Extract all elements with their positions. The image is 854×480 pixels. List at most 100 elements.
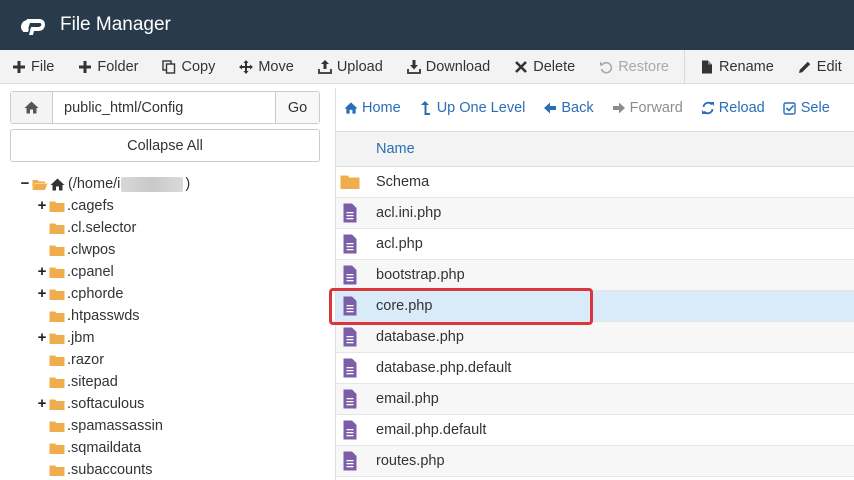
rename-button[interactable]: Rename bbox=[688, 50, 786, 83]
tree-item[interactable]: .cl.selector bbox=[0, 217, 330, 239]
forward-button[interactable]: Forward bbox=[604, 100, 693, 116]
checkbox-icon bbox=[783, 102, 796, 115]
tree-root-label-end: ) bbox=[185, 176, 191, 192]
expand-toggle-icon[interactable]: + bbox=[35, 198, 49, 213]
tree-item[interactable]: .subaccounts bbox=[0, 459, 330, 480]
file-table: Name Schema acl.ini.php acl.php bootstrap.p… bbox=[336, 131, 854, 477]
file-row[interactable]: email.php.default bbox=[336, 415, 854, 446]
file-row[interactable]: database.php bbox=[336, 322, 854, 353]
upload-label: Upload bbox=[336, 58, 383, 75]
tree-item[interactable]: + .cphorde bbox=[0, 283, 330, 305]
select-all-button[interactable]: Sele bbox=[775, 100, 840, 116]
tree-item[interactable]: .clwpos bbox=[0, 239, 330, 261]
expand-toggle-icon[interactable]: + bbox=[35, 396, 49, 411]
reload-button[interactable]: Reload bbox=[693, 100, 775, 116]
home-label: Home bbox=[362, 100, 401, 116]
expand-toggle-icon[interactable]: + bbox=[35, 330, 49, 345]
file-name: routes.php bbox=[376, 453, 445, 469]
file-name: database.php bbox=[376, 329, 464, 345]
tree-item[interactable]: + .softaculous bbox=[0, 393, 330, 415]
title-bar: File Manager bbox=[0, 0, 854, 50]
file-row[interactable]: acl.php bbox=[336, 229, 854, 260]
collapse-all-button[interactable]: Collapse All bbox=[10, 129, 320, 162]
delete-button[interactable]: Delete bbox=[502, 50, 587, 83]
main-toolbar: File Folder Copy Move Upload Download De… bbox=[0, 50, 854, 84]
file-name: acl.php bbox=[376, 236, 423, 252]
folder-icon bbox=[49, 355, 65, 366]
collapse-toggle-icon[interactable]: − bbox=[18, 176, 32, 191]
table-header: Name bbox=[336, 132, 854, 167]
expand-toggle-icon[interactable]: + bbox=[35, 286, 49, 301]
file-row[interactable]: routes.php bbox=[336, 446, 854, 477]
file-row[interactable]: core.php bbox=[336, 291, 854, 322]
restore-button[interactable]: Restore bbox=[587, 50, 681, 83]
redacted-username bbox=[121, 176, 184, 192]
folder-icon bbox=[49, 245, 65, 256]
level-up-icon bbox=[420, 101, 430, 115]
edit-button[interactable]: Edit bbox=[786, 50, 854, 83]
new-folder-button[interactable]: Folder bbox=[66, 50, 150, 83]
name-column-header[interactable]: Name bbox=[376, 141, 415, 157]
tree-item-label: .clwpos bbox=[67, 242, 116, 258]
plus-icon bbox=[79, 60, 92, 73]
file-row[interactable]: acl.ini.php bbox=[336, 198, 854, 229]
text-file-icon bbox=[343, 420, 357, 440]
file-name: email.php.default bbox=[376, 422, 487, 438]
tree-root-label: (/home/i bbox=[68, 176, 121, 192]
tree-item-label: .cagefs bbox=[67, 198, 114, 214]
folder-icon bbox=[49, 421, 65, 432]
toolbar-divider bbox=[683, 50, 685, 83]
path-home-button[interactable] bbox=[11, 92, 53, 123]
upload-icon bbox=[317, 59, 332, 74]
upload-button[interactable]: Upload bbox=[306, 50, 395, 83]
tree-item[interactable]: .sqmaildata bbox=[0, 437, 330, 459]
folder-icon bbox=[49, 465, 65, 476]
folder-icon bbox=[49, 399, 65, 410]
tree-item-label: .spamassassin bbox=[67, 418, 163, 434]
download-button[interactable]: Download bbox=[395, 50, 503, 83]
plus-icon bbox=[13, 60, 25, 73]
folder-icon bbox=[340, 175, 360, 189]
arrow-left-icon bbox=[544, 102, 557, 114]
tree-item-label: .cpanel bbox=[67, 264, 114, 280]
tree-item[interactable]: + .cagefs bbox=[0, 195, 330, 217]
file-row[interactable]: database.php.default bbox=[336, 353, 854, 384]
file-name: Schema bbox=[376, 174, 430, 190]
tree-item[interactable]: .spamassassin bbox=[0, 415, 330, 437]
tree-item-label: .cphorde bbox=[67, 286, 124, 302]
folder-icon bbox=[49, 201, 65, 212]
tree-item-label: .razor bbox=[67, 352, 105, 368]
file-row[interactable]: Schema bbox=[336, 167, 854, 198]
home-button[interactable]: Home bbox=[336, 100, 411, 116]
go-button[interactable]: Go bbox=[275, 92, 319, 123]
move-button[interactable]: Move bbox=[227, 50, 305, 83]
back-button[interactable]: Back bbox=[535, 100, 603, 116]
text-file-icon bbox=[343, 234, 357, 254]
home-icon bbox=[24, 101, 39, 114]
home-icon bbox=[50, 178, 65, 190]
download-icon bbox=[406, 59, 421, 74]
tree-item[interactable]: .sitepad bbox=[0, 371, 330, 393]
file-row[interactable]: bootstrap.php bbox=[336, 260, 854, 291]
path-input[interactable] bbox=[53, 92, 275, 123]
up-one-level-button[interactable]: Up One Level bbox=[411, 100, 536, 116]
move-label: Move bbox=[258, 58, 294, 75]
tree-item[interactable]: .htpasswds bbox=[0, 305, 330, 327]
tree-item[interactable]: + .cpanel bbox=[0, 261, 330, 283]
tree-root-item[interactable]: − (/home/i ) bbox=[0, 173, 330, 195]
tree-item[interactable]: .razor bbox=[0, 349, 330, 371]
tree-item[interactable]: + .jbm bbox=[0, 327, 330, 349]
undo-icon bbox=[600, 61, 613, 73]
delete-label: Delete bbox=[533, 58, 576, 75]
tree-item-label: .htpasswds bbox=[67, 308, 140, 324]
copy-button[interactable]: Copy bbox=[150, 50, 227, 83]
expand-toggle-icon[interactable]: + bbox=[35, 264, 49, 279]
folder-icon bbox=[49, 289, 65, 300]
folder-icon bbox=[49, 267, 65, 278]
file-row[interactable]: email.php bbox=[336, 384, 854, 415]
restore-label: Restore bbox=[618, 58, 669, 75]
tree-item-label: .jbm bbox=[67, 330, 95, 346]
home-icon bbox=[344, 102, 358, 114]
new-file-button[interactable]: File bbox=[0, 50, 66, 83]
pencil-icon bbox=[798, 61, 810, 73]
